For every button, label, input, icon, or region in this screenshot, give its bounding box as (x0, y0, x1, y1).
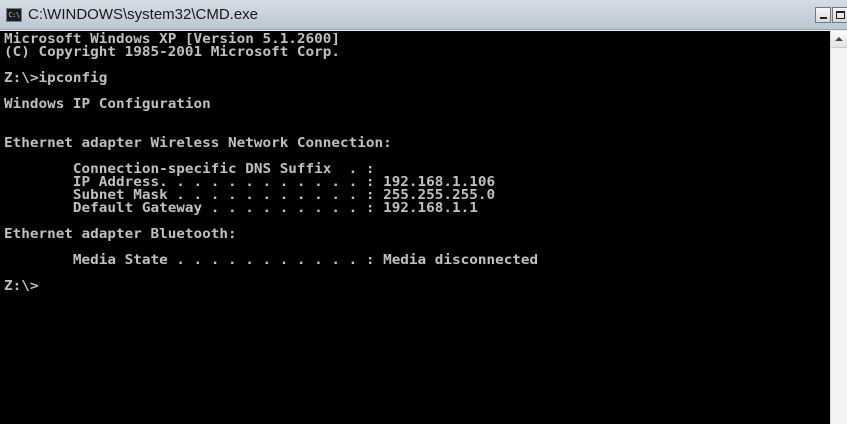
console-line: Ethernet adapter Bluetooth: (4, 226, 237, 242)
minimize-icon (820, 17, 827, 19)
window-title: C:\WINDOWS\system32\CMD.exe (28, 6, 259, 23)
console-line: Media State . . . . . . . . . . . : Medi… (4, 252, 539, 268)
console-output: Microsoft Windows XP [Version 5.1.2600](… (4, 32, 539, 294)
console-prompt: Z:\> (4, 278, 39, 294)
cmd-window: C:\ C:\WINDOWS\system32\CMD.exe Microsof… (0, 0, 847, 424)
title-bar[interactable]: C:\ C:\WINDOWS\system32\CMD.exe (0, 0, 847, 30)
scroll-up-button[interactable] (831, 31, 847, 48)
console-line: Windows IP Configuration (4, 96, 211, 112)
maximize-icon (836, 11, 845, 19)
vertical-scrollbar[interactable] (830, 31, 847, 424)
console-line: Ethernet adapter Wireless Network Connec… (4, 135, 392, 151)
console-area[interactable]: Microsoft Windows XP [Version 5.1.2600](… (0, 31, 830, 424)
cmd-app-icon[interactable]: C:\ (6, 8, 22, 22)
maximize-button[interactable] (832, 7, 847, 23)
minimize-button[interactable] (815, 7, 831, 23)
console-line: Default Gateway . . . . . . . . . : 192.… (4, 200, 478, 216)
console-line: Z:\>ipconfig (4, 70, 108, 86)
arrow-up-icon (835, 37, 843, 41)
console-line: (C) Copyright 1985-2001 Microsoft Corp. (4, 44, 341, 60)
